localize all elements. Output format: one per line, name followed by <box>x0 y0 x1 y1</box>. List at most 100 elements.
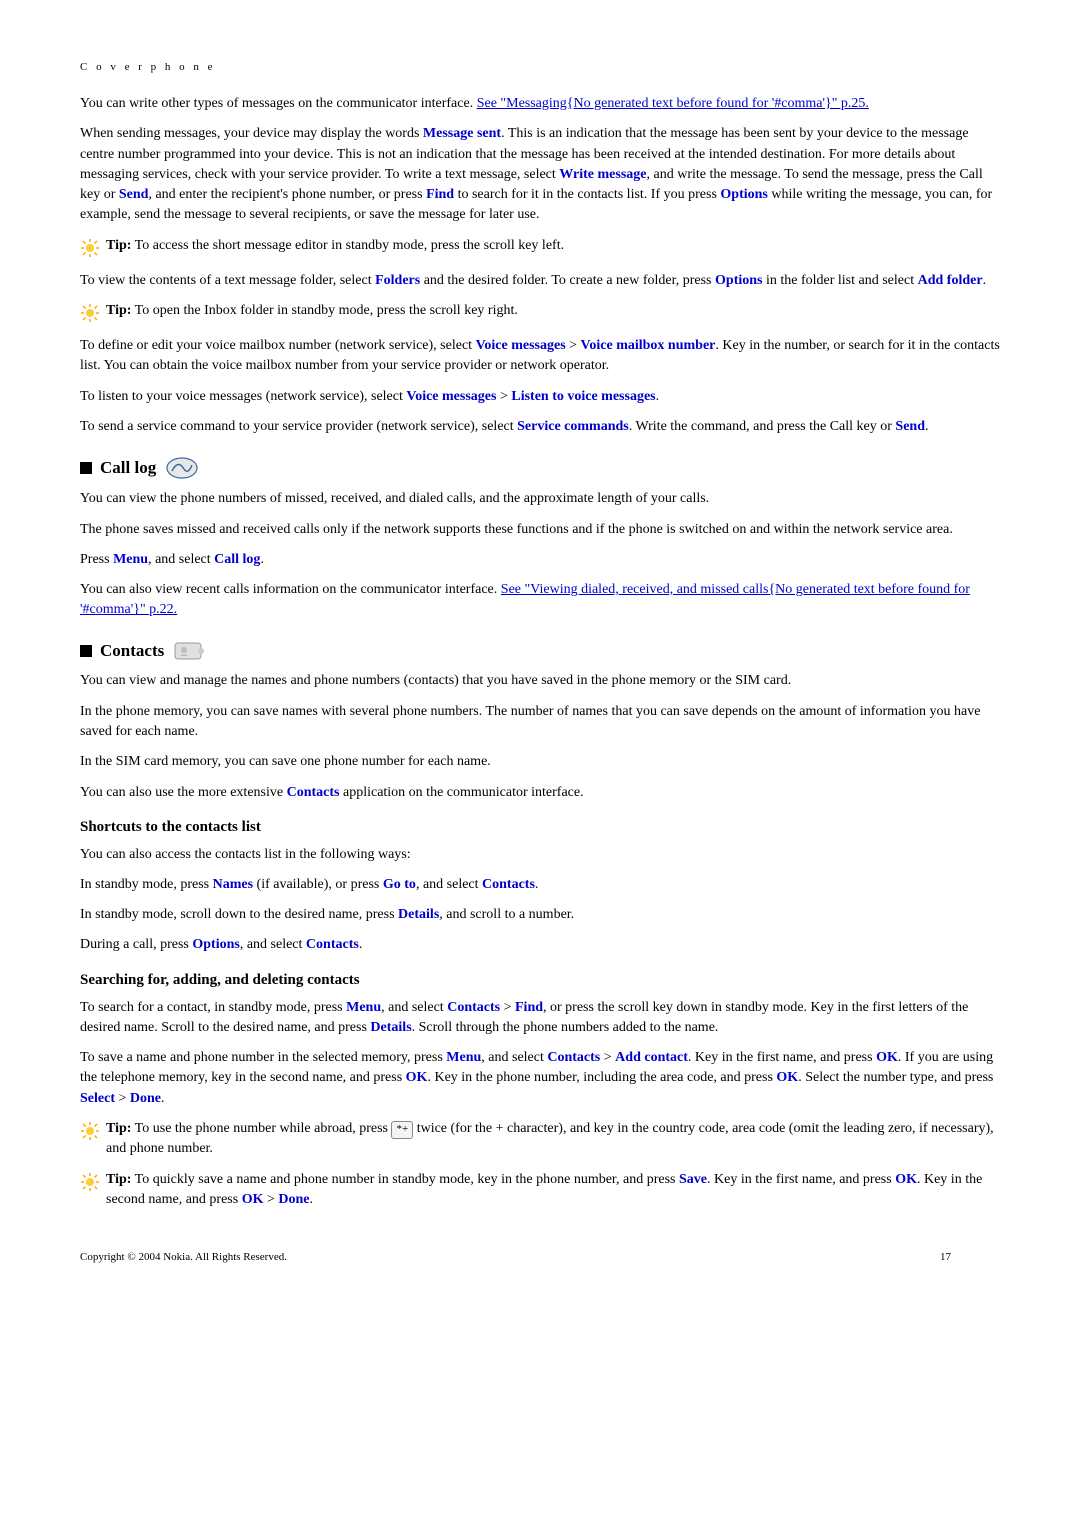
shortcuts-p2: In standby mode, press Names (if availab… <box>80 875 1000 895</box>
tip-label: Tip: <box>106 303 131 318</box>
shortcuts-p1: You can also access the contacts list in… <box>80 845 1000 865</box>
copyright: Copyright © 2004 Nokia. All Rights Reser… <box>80 1250 940 1266</box>
text: When sending messages, your device may d… <box>80 126 423 141</box>
ui-label-ok: OK <box>876 1050 898 1065</box>
text: . Key in the first name, and press <box>707 1172 895 1187</box>
ui-label-save: Save <box>679 1172 707 1187</box>
text: application on the communicator interfac… <box>339 785 583 800</box>
running-header: C o v e r p h o n e <box>80 60 1000 76</box>
text: > <box>496 389 511 404</box>
call-log-p2: The phone saves missed and received call… <box>80 520 1000 540</box>
call-log-p4: You can also view recent calls informati… <box>80 580 1000 621</box>
ui-label-go-to: Go to <box>383 877 416 892</box>
tip-text: Tip: To quickly save a name and phone nu… <box>106 1170 1000 1211</box>
call-log-icon <box>164 455 200 481</box>
ui-label-send: Send <box>895 419 925 434</box>
ui-label-folders: Folders <box>375 273 420 288</box>
tip-label: Tip: <box>106 1121 131 1136</box>
text: , and scroll to a number. <box>439 907 574 922</box>
text: To search for a contact, in standby mode… <box>80 1000 346 1015</box>
ui-label-send: Send <box>119 187 149 202</box>
text: . Key in the first name, and press <box>688 1050 876 1065</box>
tip-row-2: Tip: To open the Inbox folder in standby… <box>80 301 1000 326</box>
voice-mailbox-paragraph: To define or edit your voice mailbox num… <box>80 336 1000 377</box>
text: , and select <box>416 877 482 892</box>
ui-label-add-folder: Add folder <box>918 273 983 288</box>
shortcuts-p4: During a call, press Options, and select… <box>80 935 1000 955</box>
message-sent-paragraph: When sending messages, your device may d… <box>80 124 1000 225</box>
text: > <box>600 1050 615 1065</box>
text: You can also view recent calls informati… <box>80 582 501 597</box>
ui-label-contacts: Contacts <box>287 785 340 800</box>
ui-label-done: Done <box>278 1192 309 1207</box>
text: > <box>115 1091 130 1106</box>
tip-row-1: Tip: To access the short message editor … <box>80 236 1000 261</box>
ui-label-service-commands: Service commands <box>517 419 629 434</box>
text: and the desired folder. To create a new … <box>420 273 715 288</box>
text: To view the contents of a text message f… <box>80 273 375 288</box>
text: , and select <box>381 1000 447 1015</box>
page-footer: Copyright © 2004 Nokia. All Rights Reser… <box>80 1250 1000 1266</box>
contacts-p1: You can view and manage the names and ph… <box>80 671 1000 691</box>
search-p2: To save a name and phone number in the s… <box>80 1048 1000 1109</box>
text: , and select <box>481 1050 547 1065</box>
text: . <box>310 1192 314 1207</box>
text: > <box>500 1000 515 1015</box>
text: . Select the number type, and press <box>798 1070 993 1085</box>
tip-label: Tip: <box>106 1172 131 1187</box>
bullet-icon <box>80 645 92 657</box>
text: . <box>260 552 264 567</box>
tip-text: Tip: To use the phone number while abroa… <box>106 1119 1000 1160</box>
text: in the folder list and select <box>762 273 917 288</box>
section-contacts: Contacts <box>80 639 1000 664</box>
text: , and select <box>148 552 214 567</box>
contacts-p2: In the phone memory, you can save names … <box>80 702 1000 743</box>
ui-label-message-sent: Message sent <box>423 126 501 141</box>
text: > <box>566 338 581 353</box>
text: (if available), or press <box>253 877 383 892</box>
ui-label-contacts: Contacts <box>306 937 359 952</box>
text: In standby mode, press <box>80 877 213 892</box>
ui-label-names: Names <box>213 877 253 892</box>
text: To define or edit your voice mailbox num… <box>80 338 476 353</box>
text: . <box>359 937 363 952</box>
tip-label: Tip: <box>106 238 131 253</box>
messaging-link[interactable]: See "Messaging{No generated text before … <box>477 96 869 111</box>
search-p1: To search for a contact, in standby mode… <box>80 998 1000 1039</box>
service-commands-paragraph: To send a service command to your servic… <box>80 417 1000 437</box>
tip-text: Tip: To open the Inbox folder in standby… <box>106 301 1000 321</box>
ui-label-details: Details <box>370 1020 411 1035</box>
ui-label-details: Details <box>398 907 439 922</box>
ui-label-listen-voice-messages: Listen to voice messages <box>511 389 655 404</box>
text: to search for it in the contacts list. I… <box>454 187 720 202</box>
listen-voice-paragraph: To listen to your voice messages (networ… <box>80 387 1000 407</box>
text: . <box>535 877 539 892</box>
ui-label-ok: OK <box>242 1192 264 1207</box>
ui-label-contacts: Contacts <box>482 877 535 892</box>
tip-icon <box>80 1170 106 1195</box>
contacts-p3: In the SIM card memory, you can save one… <box>80 752 1000 772</box>
contacts-icon <box>172 640 206 662</box>
page-number: 17 <box>940 1250 1000 1266</box>
text: To save a name and phone number in the s… <box>80 1050 446 1065</box>
ui-label-add-contact: Add contact <box>615 1050 688 1065</box>
text: In standby mode, scroll down to the desi… <box>80 907 398 922</box>
text: . Write the command, and press the Call … <box>629 419 896 434</box>
ui-label-voice-messages: Voice messages <box>406 389 496 404</box>
ui-label-ok: OK <box>776 1070 798 1085</box>
contacts-p4: You can also use the more extensive Cont… <box>80 783 1000 803</box>
tip-icon <box>80 301 106 326</box>
ui-label-done: Done <box>130 1091 161 1106</box>
ui-label-voice-mailbox-number: Voice mailbox number <box>581 338 716 353</box>
text: To listen to your voice messages (networ… <box>80 389 406 404</box>
ui-label-menu: Menu <box>346 1000 381 1015</box>
text: To access the short message editor in st… <box>131 238 564 253</box>
ui-label-contacts: Contacts <box>447 1000 500 1015</box>
ui-label-find: Find <box>515 1000 543 1015</box>
text: . <box>656 389 660 404</box>
shortcuts-p3: In standby mode, scroll down to the desi… <box>80 905 1000 925</box>
text: . <box>925 419 929 434</box>
text: > <box>263 1192 278 1207</box>
ui-label-find: Find <box>426 187 454 202</box>
tip-text: Tip: To access the short message editor … <box>106 236 1000 256</box>
